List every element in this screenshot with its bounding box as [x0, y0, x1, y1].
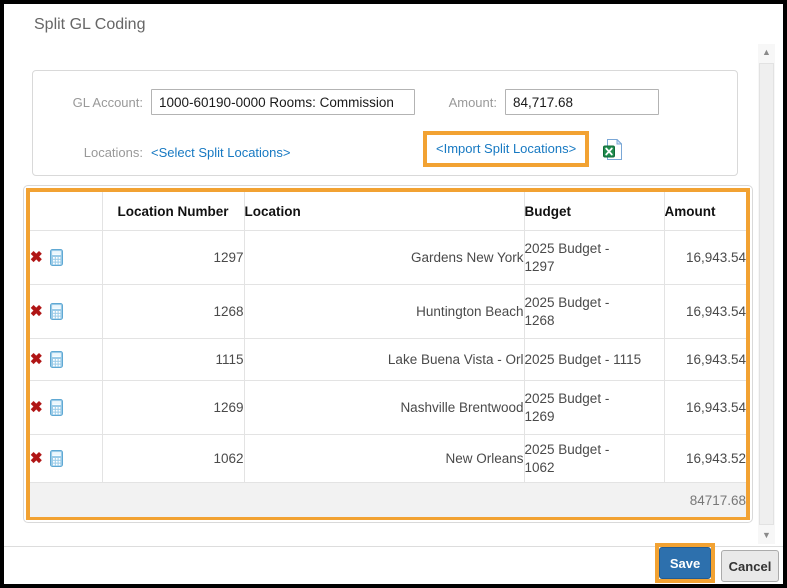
import-split-highlight-box: <Import Split Locations>: [423, 131, 589, 167]
calculator-icon[interactable]: [50, 303, 63, 320]
cell-budget: 2025 Budget - 1268: [524, 285, 664, 339]
gl-account-input[interactable]: [151, 89, 415, 115]
header-icons: [30, 192, 102, 231]
table-row: ✖ 1115 Lake Buena Vista - Orl 2025 Budge…: [30, 339, 746, 381]
cell-location-number: 1269: [102, 381, 244, 435]
scroll-down-icon[interactable]: ▼: [758, 527, 775, 544]
table-row: ✖ 1269 Nashville Brentwood 2025 Budget -…: [30, 381, 746, 435]
cell-amount: 16,943.54: [664, 381, 746, 435]
select-split-locations-link[interactable]: <Select Split Locations>: [151, 145, 290, 160]
cell-location: Gardens New York: [244, 231, 524, 285]
cell-budget: 2025 Budget - 1062: [524, 435, 664, 483]
cell-amount: 16,943.54: [664, 339, 746, 381]
header-location-number: Location Number: [102, 192, 244, 231]
delete-row-icon[interactable]: ✖: [30, 400, 43, 415]
cell-location-number: 1115: [102, 339, 244, 381]
split-table-panel: Location Number Location Budget Amount ✖…: [23, 185, 753, 523]
cell-amount: 16,943.54: [664, 285, 746, 339]
header-budget: Budget: [524, 192, 664, 231]
cell-location-number: 1297: [102, 231, 244, 285]
cell-location: Lake Buena Vista - Orl: [244, 339, 524, 381]
cell-location: Huntington Beach: [244, 285, 524, 339]
delete-row-icon[interactable]: ✖: [30, 451, 43, 466]
amount-label: Amount:: [441, 95, 497, 110]
split-gl-coding-dialog: Split GL Coding GL Account: Amount: Loca…: [0, 0, 787, 588]
vertical-scrollbar[interactable]: ▲ ▼: [758, 44, 775, 544]
cell-budget: 2025 Budget - 1269: [524, 381, 664, 435]
gl-account-label: GL Account:: [33, 95, 143, 110]
split-total-value: 84717.68: [30, 483, 746, 518]
table-header-row: Location Number Location Budget Amount: [30, 192, 746, 231]
cell-location-number: 1268: [102, 285, 244, 339]
save-highlight-box: Save: [655, 543, 715, 583]
split-locations-table: Location Number Location Budget Amount ✖…: [30, 192, 746, 517]
header-amount: Amount: [664, 192, 746, 231]
table-total-row: 84717.68: [30, 483, 746, 518]
cell-budget: 2025 Budget - 1115: [524, 339, 664, 381]
scroll-up-icon[interactable]: ▲: [758, 44, 775, 61]
cell-location-number: 1062: [102, 435, 244, 483]
calculator-icon[interactable]: [50, 399, 63, 416]
table-highlight-box: Location Number Location Budget Amount ✖…: [26, 188, 750, 520]
page-title: Split GL Coding: [34, 16, 145, 34]
save-button[interactable]: Save: [659, 547, 711, 579]
locations-label: Locations:: [33, 145, 143, 160]
cell-amount: 16,943.52: [664, 435, 746, 483]
delete-row-icon[interactable]: ✖: [30, 250, 43, 265]
delete-row-icon[interactable]: ✖: [30, 352, 43, 367]
calculator-icon[interactable]: [50, 351, 63, 368]
amount-input[interactable]: [505, 89, 659, 115]
cancel-button[interactable]: Cancel: [721, 550, 779, 582]
table-row: ✖ 1297 Gardens New York 2025 Budget - 12…: [30, 231, 746, 285]
table-row: ✖ 1062 New Orleans 2025 Budget - 1062 16…: [30, 435, 746, 483]
calculator-icon[interactable]: [50, 249, 63, 266]
delete-row-icon[interactable]: ✖: [30, 304, 43, 319]
scrollbar-thumb[interactable]: [759, 63, 774, 525]
cell-amount: 16,943.54: [664, 231, 746, 285]
import-split-locations-link[interactable]: <Import Split Locations>: [436, 141, 576, 156]
cell-location: Nashville Brentwood: [244, 381, 524, 435]
table-row: ✖ 1268 Huntington Beach 2025 Budget - 12…: [30, 285, 746, 339]
excel-import-icon[interactable]: [603, 139, 622, 165]
locations-row: Locations: <Select Split Locations>: [33, 145, 737, 160]
gl-account-row: GL Account: Amount:: [33, 89, 737, 115]
calculator-icon[interactable]: [50, 450, 63, 467]
cell-location: New Orleans: [244, 435, 524, 483]
header-location: Location: [244, 192, 524, 231]
cell-budget: 2025 Budget - 1297: [524, 231, 664, 285]
gl-fields-panel: GL Account: Amount: Locations: <Select S…: [32, 70, 738, 176]
